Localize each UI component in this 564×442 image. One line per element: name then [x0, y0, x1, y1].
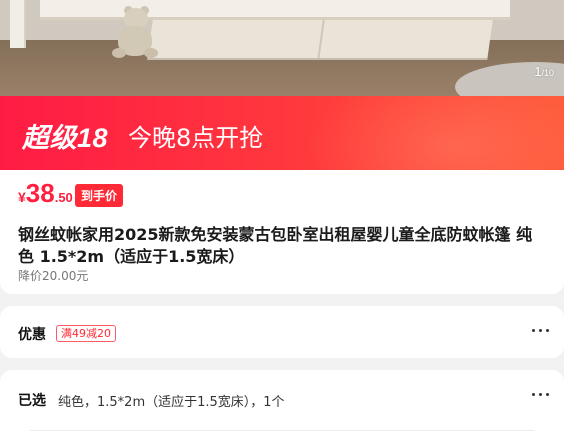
product-detail-page: 1/10 超级18 今晚8点开抢 ¥38.50 到手价 钢丝蚊帐家用2025新款… [0, 0, 564, 442]
coupon-tag: 满49减20 [56, 325, 116, 342]
price: ¥38.50 [18, 178, 73, 208]
more-dots-icon[interactable] [530, 388, 550, 400]
promo-slogan: 今晚8点开抢 [128, 124, 264, 152]
image-bed-leg [10, 0, 26, 48]
promo-banner: 超级18 今晚8点开抢 [0, 96, 564, 170]
image-page-counter: 1/10 [534, 64, 554, 79]
coupon-row[interactable]: 优惠 满49减20 [0, 306, 564, 358]
selected-spec-value: 纯色，1.5*2m（适应于1.5宽床），1个 [58, 395, 285, 410]
coupon-label: 优惠 [18, 327, 46, 343]
image-bed-frame [40, 0, 510, 20]
price-drop-text: 降价20.00元 [18, 269, 89, 283]
divider [30, 430, 534, 431]
final-price-badge: 到手价 [75, 184, 124, 207]
image-bed-drawer [147, 20, 493, 60]
product-title: 钢丝蚊帐家用2025新款免安装蒙古包卧室出租屋婴儿童全底防蚊帐篷 纯色 1.5*… [18, 225, 533, 266]
image-teddy-bear [112, 6, 158, 58]
product-image[interactable]: 1/10 [0, 0, 564, 96]
selected-label: 已选 [18, 393, 46, 409]
promo-brand: 超级18 [22, 123, 109, 153]
selected-spec-row[interactable]: 已选 纯色，1.5*2m（适应于1.5宽床），1个 [0, 370, 564, 442]
price-card: ¥38.50 到手价 钢丝蚊帐家用2025新款免安装蒙古包卧室出租屋婴儿童全底防… [0, 170, 564, 294]
more-dots-icon[interactable] [530, 324, 550, 336]
image-drawer-line [317, 20, 325, 58]
